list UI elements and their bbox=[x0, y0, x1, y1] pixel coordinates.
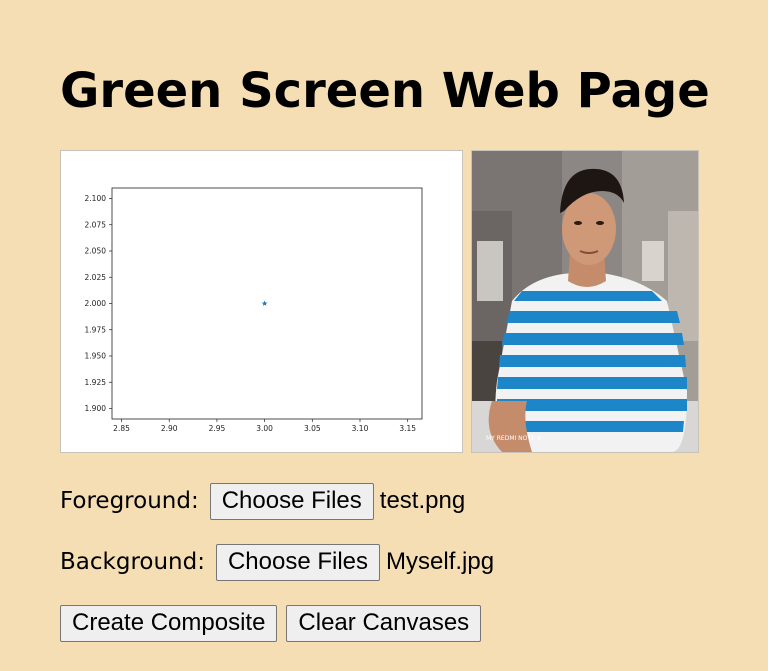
foreground-choose-files-button[interactable]: Choose Files bbox=[209, 482, 374, 520]
x-tick-label: 3.15 bbox=[399, 424, 416, 433]
y-tick-label: 1.950 bbox=[85, 352, 107, 361]
x-tick-label: 2.90 bbox=[161, 424, 178, 433]
x-tick-label: 2.95 bbox=[209, 424, 226, 433]
foreground-file-name: test.png bbox=[379, 487, 466, 514]
background-row: Background: Choose Files Myself.jpg bbox=[60, 543, 494, 581]
actions-row: Create Composite Clear Canvases bbox=[60, 604, 482, 642]
photo-watermark: MY REDMI NOTE 4 bbox=[486, 435, 541, 442]
x-tick-label: 3.05 bbox=[304, 424, 321, 433]
y-tick-label: 1.975 bbox=[85, 325, 107, 334]
y-tick-label: 1.925 bbox=[85, 378, 107, 387]
y-tick-label: 2.075 bbox=[85, 220, 107, 229]
foreground-plot: 2.85 2.90 2.95 3.00 3.05 3.10 3.15 2.100 2.075 2… bbox=[61, 151, 462, 452]
background-label: Background: bbox=[60, 549, 205, 575]
page: Green Screen Web Page 2.85 2.90 2.95 3.00 3.… bbox=[0, 0, 768, 671]
create-composite-button[interactable]: Create Composite bbox=[60, 604, 278, 642]
foreground-canvas: 2.85 2.90 2.95 3.00 3.05 3.10 3.15 2.100 2.075 2… bbox=[60, 150, 463, 453]
y-tick-label: 2.000 bbox=[85, 299, 107, 308]
foreground-row: Foreground: Choose Files test.png bbox=[60, 482, 465, 520]
page-title: Green Screen Web Page bbox=[60, 63, 710, 119]
background-canvas: MY REDMI NOTE 4 bbox=[471, 150, 699, 453]
x-tick-label: 3.10 bbox=[352, 424, 369, 433]
y-tick-label: 2.025 bbox=[85, 273, 107, 282]
photo-of-person-icon: MY REDMI NOTE 4 bbox=[472, 151, 698, 452]
background-file-name: Myself.jpg bbox=[386, 548, 495, 575]
x-tick-label: 2.85 bbox=[113, 424, 130, 433]
foreground-label: Foreground: bbox=[60, 488, 199, 514]
clear-canvases-button[interactable]: Clear Canvases bbox=[286, 604, 482, 642]
background-choose-files-button[interactable]: Choose Files bbox=[215, 543, 381, 581]
x-tick-label: 3.00 bbox=[256, 424, 273, 433]
y-tick-label: 2.050 bbox=[85, 247, 107, 256]
plot-background bbox=[61, 151, 462, 452]
y-tick-label: 1.900 bbox=[85, 404, 107, 413]
y-tick-label: 2.100 bbox=[85, 194, 107, 203]
